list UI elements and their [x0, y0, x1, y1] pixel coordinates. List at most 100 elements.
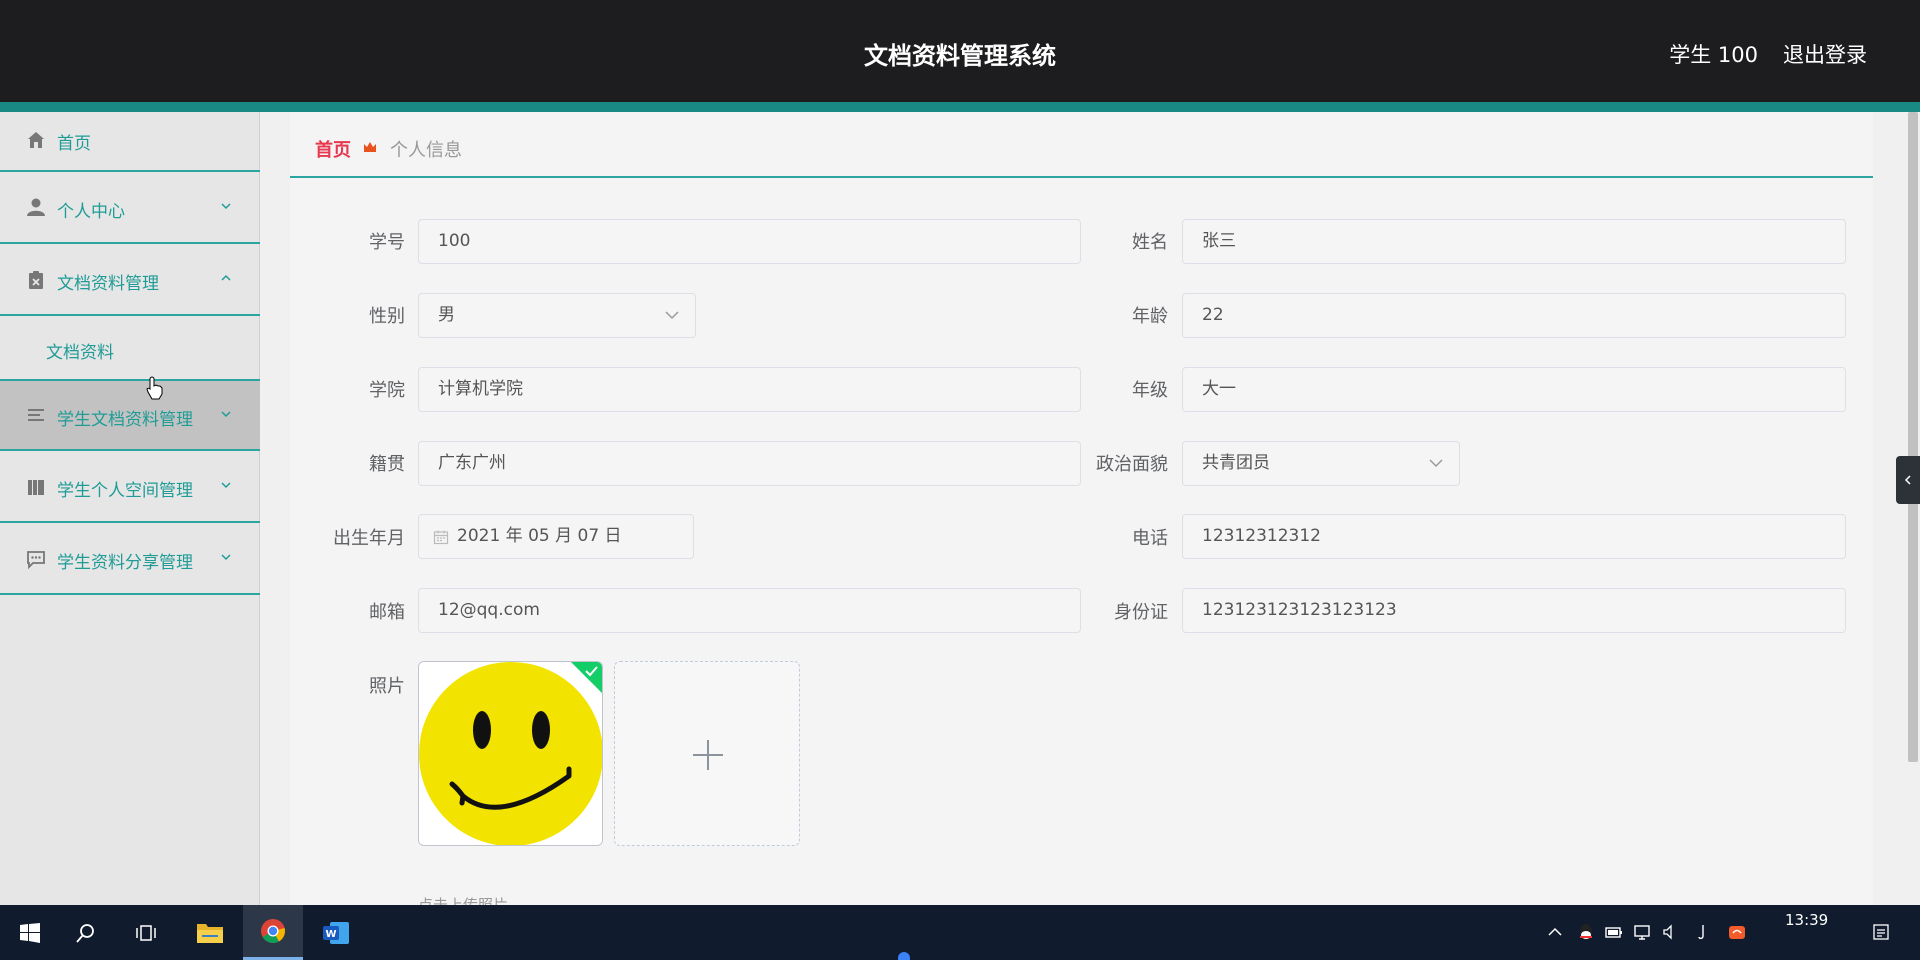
hometown-field[interactable]: 广东广州	[418, 441, 1081, 486]
sidebar-item-label: 学生文档资料管理	[57, 410, 193, 430]
taskbar-clock[interactable]: 13:39	[1785, 911, 1828, 929]
page-scrollbar[interactable]	[1906, 112, 1920, 905]
sidebar: 首页 个人中心 文档资料管理 文档资料 学生文档资料管理 学生个人空间管理 学生…	[0, 112, 260, 905]
svg-text:W: W	[325, 929, 336, 940]
chevron-up-icon	[221, 274, 231, 281]
clipboard-icon	[29, 271, 43, 289]
taskbar-hover-indicator	[898, 952, 910, 960]
uploaded-photo[interactable]	[418, 661, 603, 846]
task-view-icon	[136, 924, 156, 941]
birth-date-value: 2021 年 05 月 07 日	[457, 526, 622, 546]
qq-icon[interactable]	[1576, 922, 1596, 942]
photo-label: 照片	[369, 676, 405, 697]
student-id-field[interactable]: 100	[418, 219, 1081, 264]
book-icon	[28, 480, 44, 495]
list-icon	[28, 409, 44, 421]
grade-label: 年级	[1132, 380, 1168, 401]
sidebar-item-label: 文档资料管理	[57, 274, 159, 294]
word-icon: W	[323, 921, 349, 944]
top-header: 文档资料管理系统 学生 100 退出登录	[0, 0, 1920, 102]
scrollbar-thumb[interactable]	[1908, 112, 1918, 762]
political-status-value: 共青团员	[1202, 453, 1270, 473]
current-user: 学生 100	[1669, 43, 1758, 67]
sidebar-item-student-documents[interactable]: 学生文档资料管理	[0, 379, 260, 451]
sidebar-item-student-space[interactable]: 学生个人空间管理	[0, 451, 260, 523]
age-field[interactable]: 22	[1182, 293, 1846, 338]
hand-cursor-icon	[146, 376, 163, 400]
chevron-down-icon	[221, 411, 231, 418]
chevron-left-icon	[1904, 475, 1911, 485]
home-icon	[28, 132, 44, 148]
chrome-icon	[261, 919, 285, 944]
name-label: 姓名	[1132, 232, 1168, 253]
windows-taskbar: W 13:39	[0, 905, 1920, 960]
taskbar-chrome[interactable]	[243, 905, 303, 960]
windows-logo-icon	[20, 922, 40, 943]
header-accent-strip	[0, 102, 1920, 112]
student-id-label: 学号	[369, 232, 405, 253]
main-content: 首页 个人信息 学号 100 姓名 张三 性别 男 年龄 22 学院 计算机学院…	[290, 112, 1873, 914]
sidebar-item-label: 文档资料	[46, 343, 114, 363]
sidebar-item-home[interactable]: 首页	[0, 112, 260, 172]
chevron-down-icon	[221, 554, 231, 561]
user-icon	[27, 198, 45, 216]
breadcrumb-current: 个人信息	[390, 140, 462, 161]
app-title: 文档资料管理系统	[864, 42, 1056, 70]
college-label: 学院	[369, 380, 405, 401]
plus-icon	[693, 740, 723, 770]
sogou-icon[interactable]	[1727, 922, 1747, 942]
sidebar-item-label: 学生资料分享管理	[57, 553, 193, 573]
hometown-label: 籍贯	[369, 454, 405, 475]
battery-icon[interactable]	[1604, 922, 1624, 942]
sidebar-item-label: 首页	[57, 134, 91, 154]
chevron-down-icon	[221, 482, 231, 489]
speaker-icon[interactable]	[1660, 922, 1680, 942]
chevron-up-icon[interactable]	[1545, 922, 1565, 942]
political-status-label: 政治面貌	[1096, 454, 1168, 475]
search-icon	[76, 923, 94, 943]
age-label: 年龄	[1132, 306, 1168, 327]
taskbar-word[interactable]: W	[306, 905, 366, 960]
chevron-down-icon	[665, 311, 679, 320]
smiley-face-image	[419, 662, 602, 845]
ime-icon[interactable]	[1693, 922, 1713, 942]
logout-link[interactable]: 退出登录	[1783, 39, 1867, 69]
crown-icon	[364, 142, 376, 152]
chevron-down-icon	[1429, 459, 1443, 468]
name-field[interactable]: 张三	[1182, 219, 1846, 264]
sidebar-item-personal-center[interactable]: 个人中心	[0, 172, 260, 244]
taskbar-search-button[interactable]	[56, 905, 116, 960]
sidebar-subitem-documents[interactable]: 文档资料	[0, 316, 260, 379]
side-panel-toggle[interactable]	[1896, 456, 1920, 504]
email-field[interactable]: 12@qq.com	[418, 588, 1081, 633]
id-card-field[interactable]: 123123123123123123	[1182, 588, 1846, 633]
notification-icon[interactable]	[1871, 922, 1891, 942]
chat-icon	[27, 551, 45, 569]
college-field[interactable]: 计算机学院	[418, 367, 1081, 412]
calendar-icon	[433, 530, 449, 545]
phone-field[interactable]: 12312312312	[1182, 514, 1846, 559]
sidebar-item-student-sharing[interactable]: 学生资料分享管理	[0, 523, 260, 595]
id-card-label: 身份证	[1114, 602, 1168, 623]
sidebar-item-document-management[interactable]: 文档资料管理	[0, 244, 260, 316]
gender-value: 男	[438, 305, 455, 325]
gender-select[interactable]: 男	[418, 293, 696, 338]
birth-date-label: 出生年月	[333, 528, 405, 549]
folder-icon	[197, 923, 223, 943]
grade-field[interactable]: 大一	[1182, 367, 1846, 412]
start-button[interactable]	[0, 905, 60, 960]
gender-label: 性别	[369, 306, 405, 327]
chevron-down-icon	[221, 203, 231, 210]
breadcrumb: 首页 个人信息	[290, 112, 1873, 178]
task-view-button[interactable]	[116, 905, 176, 960]
breadcrumb-home[interactable]: 首页	[315, 136, 351, 162]
sidebar-item-label: 个人中心	[57, 202, 125, 222]
network-icon[interactable]	[1632, 922, 1652, 942]
photo-upload-button[interactable]	[614, 661, 800, 846]
taskbar-file-explorer[interactable]	[180, 905, 240, 960]
phone-label: 电话	[1132, 528, 1168, 549]
email-label: 邮箱	[369, 602, 405, 623]
sidebar-item-label: 学生个人空间管理	[57, 481, 193, 501]
political-status-select[interactable]: 共青团员	[1182, 441, 1460, 486]
birth-date-picker[interactable]: 2021 年 05 月 07 日	[418, 514, 694, 559]
